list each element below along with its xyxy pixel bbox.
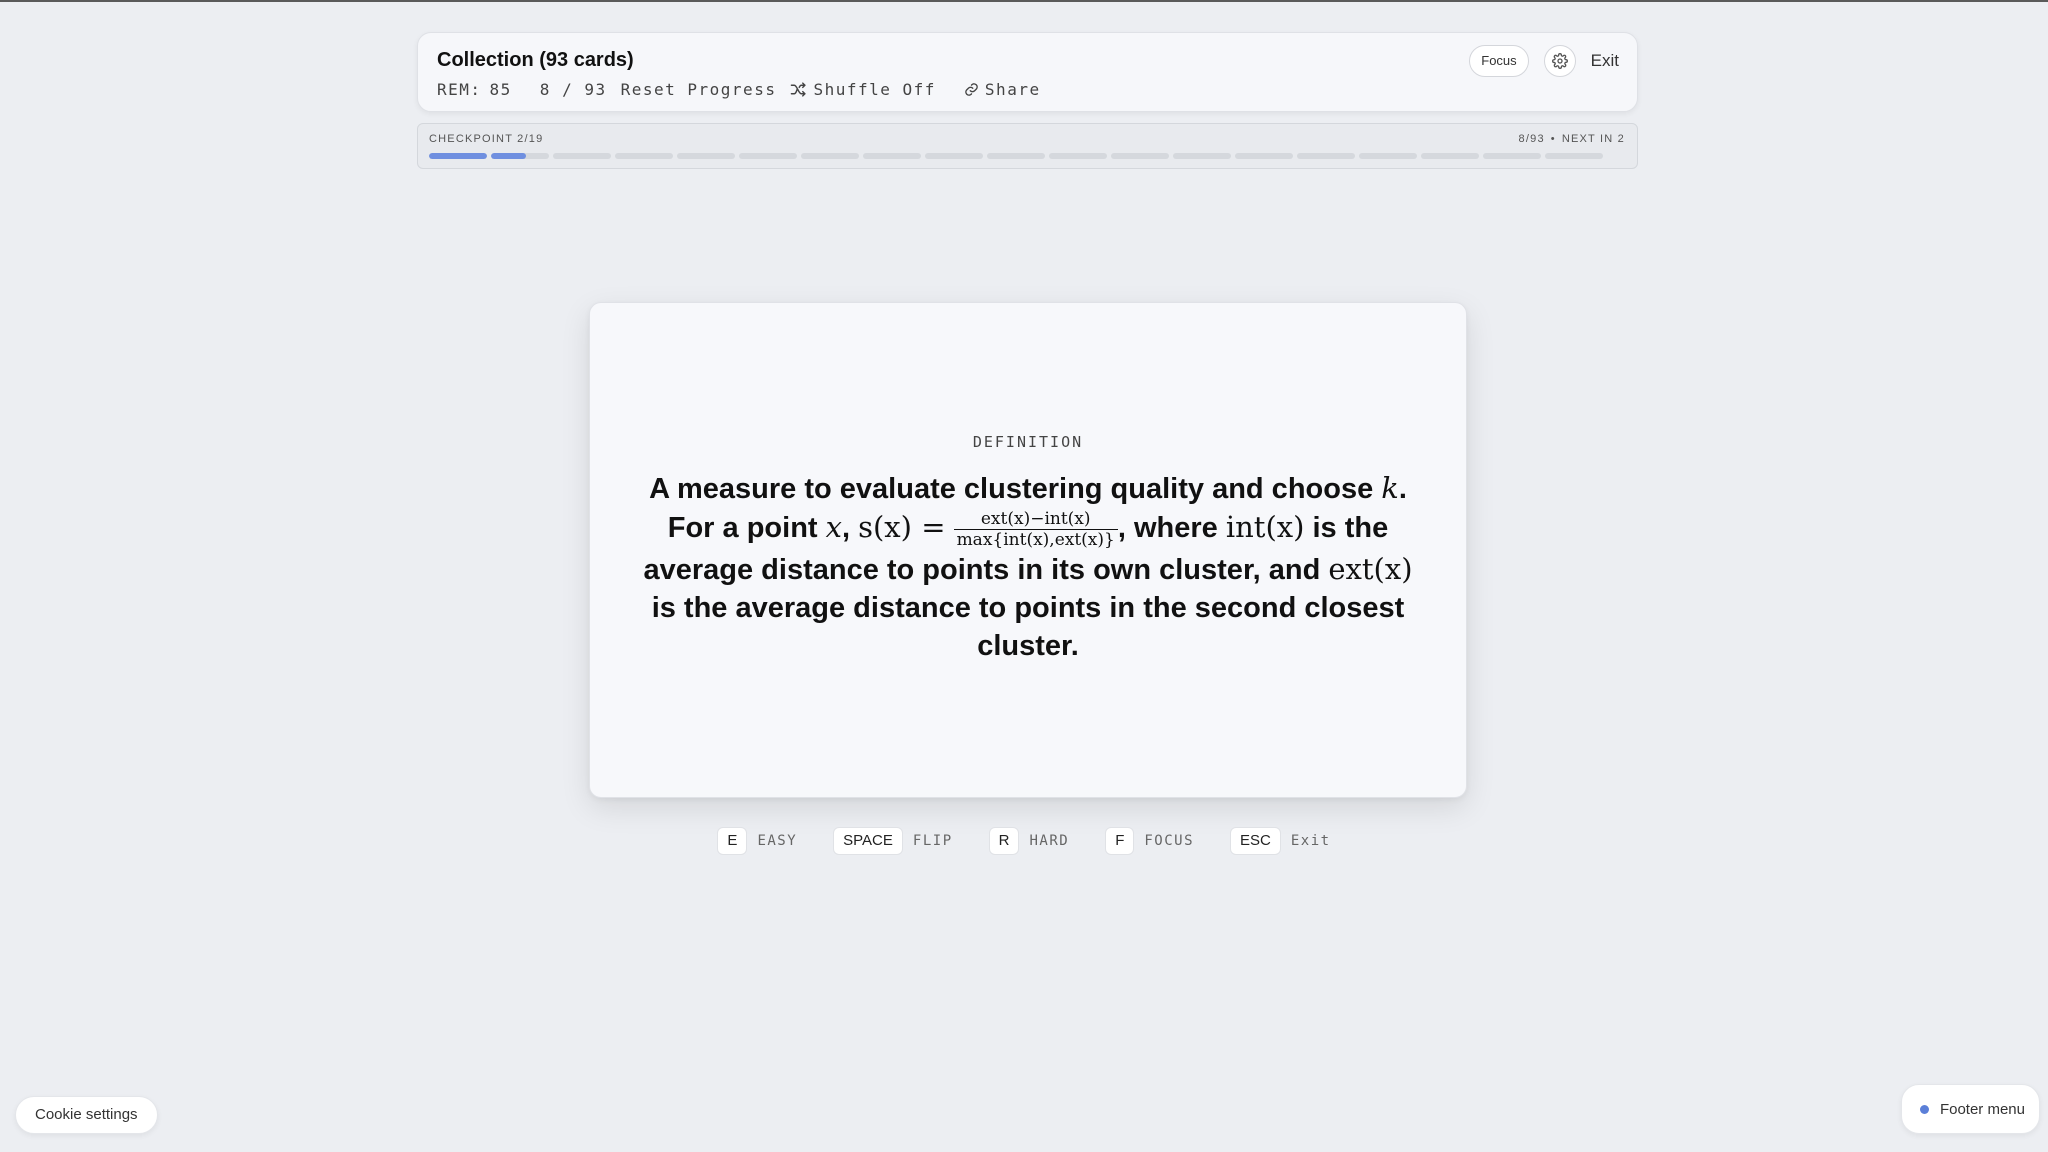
shuffle-label: Shuffle Off [813, 80, 936, 99]
header-toolbar: REM: 85 8 / 93 Reset Progress Shuffle Of… [437, 80, 1069, 99]
checkpoint-progress: CHECKPOINT 2/19 8/93 • NEXT IN 2 [417, 123, 1638, 169]
shortcut-key: F [1105, 827, 1135, 855]
checkpoint-segment [1049, 153, 1107, 159]
math-x: x [825, 510, 842, 544]
checkpoint-segment [1545, 153, 1603, 159]
shortcut-label: EASY [757, 833, 798, 849]
card-kind-label: DEFINITION [972, 433, 1084, 451]
checkpoint-segment [1483, 153, 1541, 159]
math-int-x: int(x) [1225, 510, 1305, 544]
shortcut-flip[interactable]: SPACE FLIP [833, 827, 952, 855]
shuffle-icon [791, 82, 807, 97]
shortcut-focus[interactable]: F FOCUS [1105, 827, 1194, 855]
focus-button[interactable]: Focus [1469, 45, 1529, 77]
checkpoint-segment [1421, 153, 1479, 159]
checkpoint-segment [615, 153, 673, 159]
shortcut-exit[interactable]: ESC Exit [1230, 827, 1331, 855]
definition-text-segment: For a point [667, 512, 826, 544]
checkpoint-segment-fill [429, 153, 487, 159]
rem-counter: REM: 85 [437, 80, 526, 99]
collection-header: Collection (93 cards) REM: 85 8 / 93 Res… [417, 32, 1638, 112]
checkpoint-segment [491, 153, 549, 159]
rem-label: REM: [437, 80, 482, 99]
shortcut-key: R [988, 827, 1020, 855]
shortcut-key: E [717, 827, 748, 855]
checkpoint-segment [925, 153, 983, 159]
card-definition-text: A measure to evaluate clustering quality… [630, 469, 1426, 665]
math-fraction: ext(x)−int(x) max{int(x),ext(x)} [953, 509, 1118, 550]
collection-title: Collection (93 cards) [437, 49, 634, 71]
shortcut-key: SPACE [833, 827, 903, 855]
share-button[interactable]: Share [964, 80, 1055, 99]
share-label: Share [984, 80, 1041, 99]
shortcut-hard[interactable]: R HARD [988, 827, 1070, 855]
definition-text-segment: . [1398, 473, 1407, 505]
shortcut-label: Exit [1290, 833, 1331, 849]
link-icon [965, 83, 978, 96]
checkpoint-segments [429, 153, 1607, 159]
checkpoint-count: 8/93 [1518, 133, 1545, 145]
rem-value: 85 [489, 80, 512, 99]
progress-counter: 8 / 93 [539, 80, 607, 99]
checkpoint-segment [1235, 153, 1293, 159]
math-ext-x: ext(x) [1328, 551, 1413, 586]
checkpoint-separator: • [1550, 133, 1556, 145]
footer-menu-button[interactable]: Footer menu [1900, 1084, 2040, 1134]
exit-button[interactable]: Exit [1591, 51, 1619, 71]
checkpoint-status: 8/93 • NEXT IN 2 [1519, 133, 1625, 145]
fraction-numerator: ext(x)−int(x) [953, 509, 1118, 530]
definition-text-segment: , [841, 512, 859, 544]
checkpoint-segment [1359, 153, 1417, 159]
shortcut-label: FOCUS [1144, 833, 1195, 849]
checkpoint-segment [677, 153, 735, 159]
shortcut-easy[interactable]: E EASY [717, 827, 797, 855]
flashcard[interactable]: DEFINITION A measure to evaluate cluster… [589, 302, 1467, 798]
checkpoint-segment [1173, 153, 1231, 159]
shortcut-key: ESC [1230, 827, 1281, 855]
definition-text-segment: A measure to evaluate clustering quality… [649, 473, 1382, 505]
checkpoint-segment [801, 153, 859, 159]
checkpoint-segment [553, 153, 611, 159]
shuffle-toggle[interactable]: Shuffle Off [790, 80, 949, 99]
fraction-denominator: max{int(x),ext(x)} [956, 529, 1115, 550]
footer-menu-label: Footer menu [1939, 1100, 2025, 1118]
checkpoint-segment [987, 153, 1045, 159]
checkpoint-segment [429, 153, 487, 159]
checkpoint-segment [739, 153, 797, 159]
status-dot-icon [1919, 1104, 1929, 1114]
checkpoint-segment [1297, 153, 1355, 159]
checkpoint-next: NEXT IN 2 [1561, 133, 1625, 145]
keyboard-shortcuts: E EASY SPACE FLIP R HARD F FOCUS ESC Exi… [0, 827, 2048, 855]
checkpoint-segment [1111, 153, 1169, 159]
settings-button[interactable] [1543, 45, 1576, 77]
gear-icon [1551, 53, 1568, 69]
definition-text-segment: , where [1117, 512, 1226, 544]
checkpoint-segment-fill [491, 153, 526, 159]
math-k: k [1381, 471, 1399, 505]
definition-text-segment: is the average distance to points in the… [651, 591, 1405, 662]
math-s-lhs: s(x) = [858, 510, 946, 544]
cookie-settings-button[interactable]: Cookie settings [15, 1096, 158, 1134]
checkpoint-segment [863, 153, 921, 159]
header-actions: Focus Exit [1469, 45, 1619, 77]
shortcut-label: FLIP [912, 833, 953, 849]
shortcut-label: HARD [1029, 833, 1070, 849]
reset-progress-button[interactable]: Reset Progress [621, 80, 777, 99]
checkpoint-label: CHECKPOINT 2/19 [429, 133, 544, 145]
